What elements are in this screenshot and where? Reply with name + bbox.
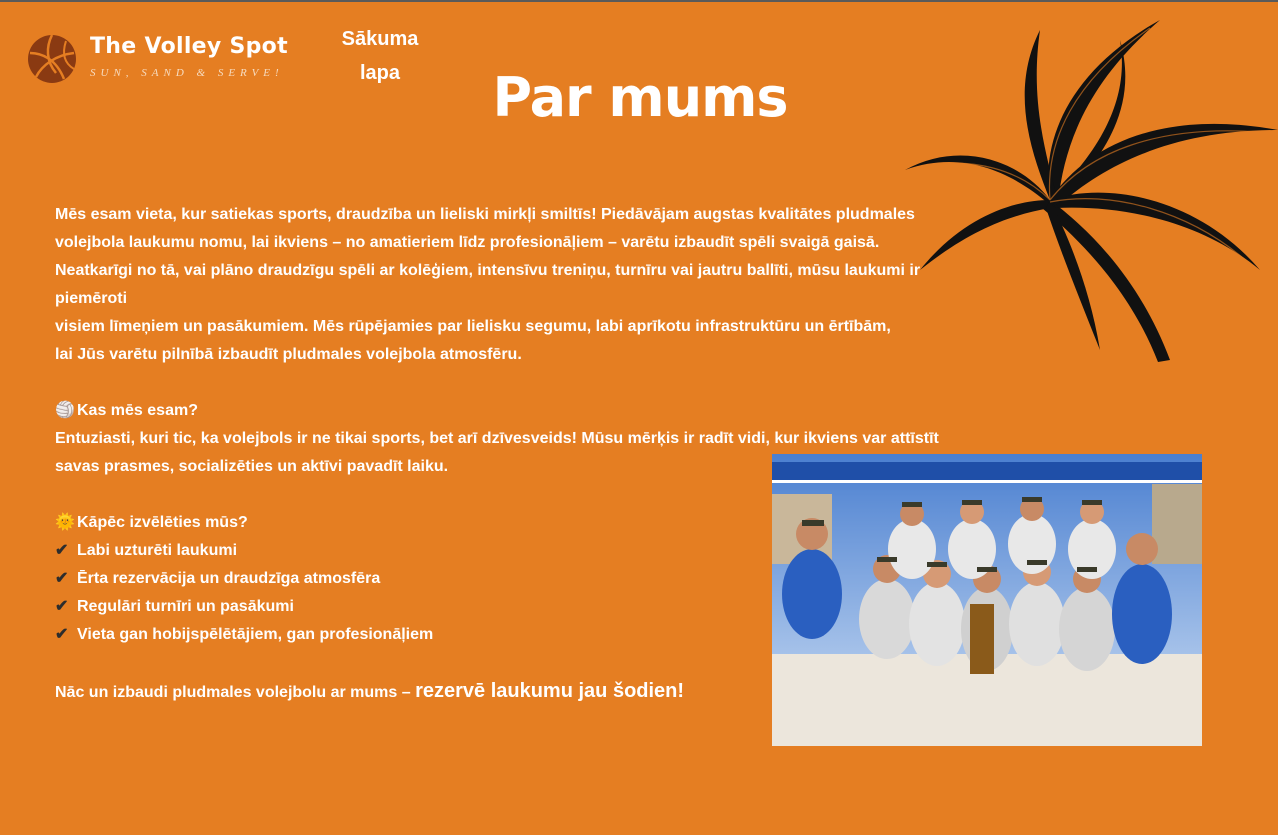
check-mark-icon: ✔ — [55, 570, 69, 587]
top-border — [0, 0, 1278, 2]
nav-home-link[interactable]: Sākuma lapa — [336, 22, 424, 90]
sun-emoji-icon: 🌞 — [55, 514, 75, 531]
who-heading: 🏐 Kas mēs esam? — [55, 397, 975, 425]
intro-line: lai Jūs varētu pilnībā izbaudīt pludmale… — [55, 346, 522, 363]
check-mark-icon: ✔ — [55, 626, 69, 643]
who-line: Entuziasti, kuri tic, ka volejbols ir ne… — [55, 430, 939, 447]
check-mark-icon: ✔ — [55, 542, 69, 559]
brand-tagline: SUN, SAND & SERVE! — [90, 67, 284, 79]
who-heading-text: Kas mēs esam? — [77, 402, 198, 419]
team-photo — [772, 454, 1202, 746]
volleyball-emoji-icon: 🏐 — [55, 402, 75, 419]
site-logo[interactable]: The Volley Spot SUN, SAND & SERVE! — [26, 33, 288, 85]
volleyball-logo-icon — [28, 34, 76, 83]
brand-name: The Volley Spot — [90, 34, 288, 59]
intro-line: Mēs esam vieta, kur satiekas sports, dra… — [55, 206, 915, 223]
intro-line: Neatkarīgi no tā, vai plāno draudzīgu sp… — [55, 262, 921, 307]
nav-home-label-line2: lapa — [359, 62, 401, 84]
cta-text: Nāc un izbaudi pludmales volejbolu ar mu… — [55, 684, 416, 701]
page-title: Par mums — [492, 66, 788, 129]
check-mark-icon: ✔ — [55, 598, 69, 615]
cta-highlight: rezervē laukumu jau šodien! — [415, 680, 685, 702]
intro-line: volejbola laukumu nomu, lai ikviens – no… — [55, 234, 880, 251]
intro-line: visiem līmeņiem un pasākumiem. Mēs rūpēj… — [55, 318, 891, 335]
nav-home-label-line1: Sākuma — [341, 28, 419, 50]
why-heading-text: Kāpēc izvēlēties mūs? — [77, 514, 248, 531]
